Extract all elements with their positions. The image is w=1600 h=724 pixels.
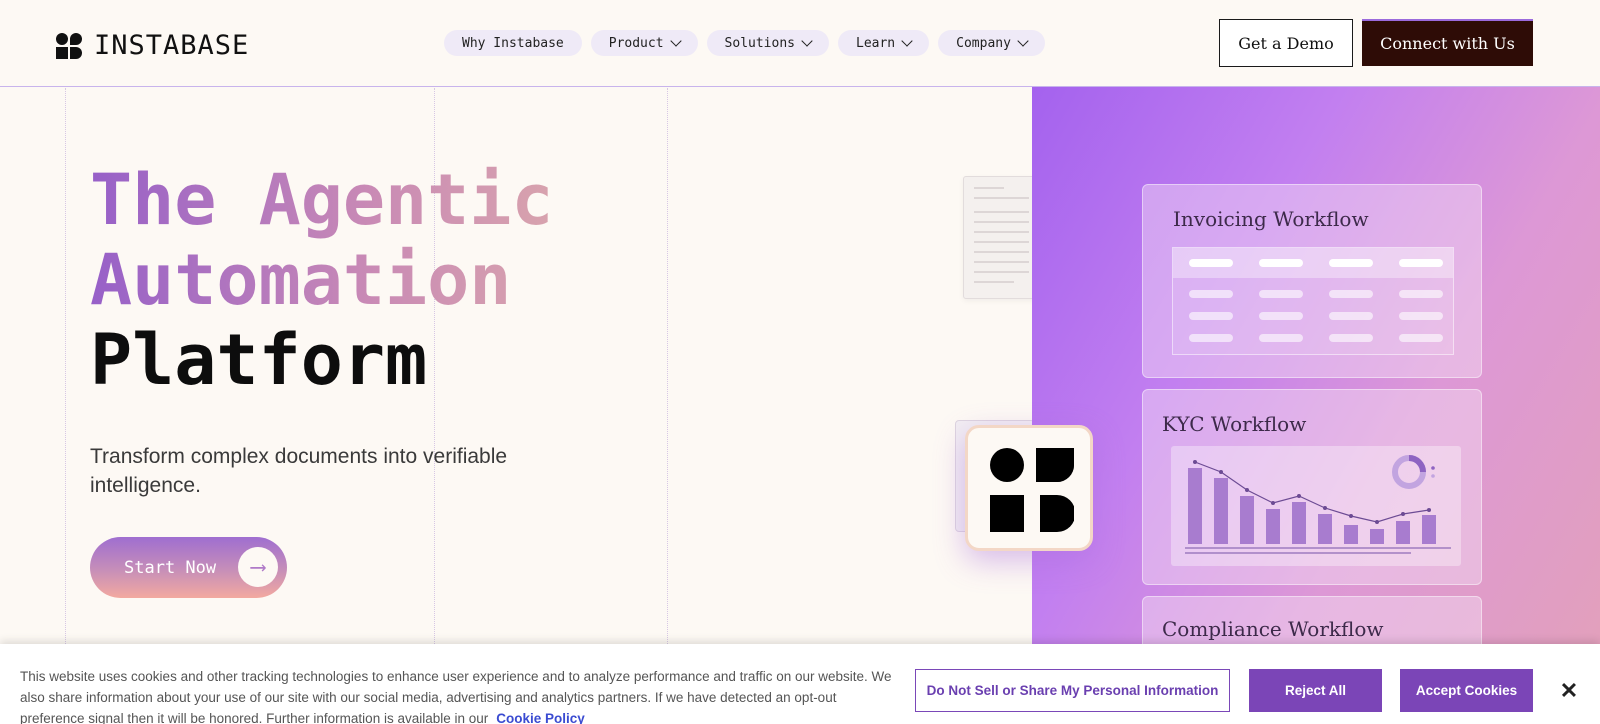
card-title: Invoicing Workflow [1173,207,1369,231]
site-header: INSTABASE Why Instabase Product Solution… [0,0,1600,87]
cookie-policy-link[interactable]: Cookie Policy [496,711,585,724]
nav-item-company[interactable]: Company [938,30,1045,56]
invoicing-workflow-card: Invoicing Workflow [1142,184,1482,378]
nav-item-label: Company [956,35,1011,51]
nav-item-label: Why Instabase [462,35,564,51]
do-not-sell-button[interactable]: Do Not Sell or Share My Personal Informa… [915,669,1230,712]
get-demo-button[interactable]: Get a Demo [1219,19,1353,67]
accept-cookies-button[interactable]: Accept Cookies [1400,669,1533,712]
main-nav: Why Instabase Product Solutions Learn Co… [444,30,1045,56]
cookie-description: This website uses cookies and other trac… [20,669,892,724]
card-title: KYC Workflow [1162,412,1307,436]
nav-item-solutions[interactable]: Solutions [706,30,829,56]
kyc-workflow-card: KYC Workflow [1142,389,1482,585]
nav-item-product[interactable]: Product [590,30,698,56]
nav-item-label: Product [608,35,664,51]
hero-subtitle: Transform complex documents into verifia… [90,445,508,497]
cookie-banner: This website uses cookies and other trac… [0,644,1600,724]
connect-button[interactable]: Connect with Us [1362,19,1533,66]
close-icon[interactable]: ✕ [1558,680,1580,702]
instabase-logo-icon [990,448,1074,532]
chevron-down-icon [669,35,682,47]
start-now-button[interactable]: Start Now ⟶ [90,537,287,598]
brand-name: INSTABASE [94,30,250,61]
arrow-right-icon: ⟶ [238,547,278,587]
grid-line [667,88,668,644]
chevron-down-icon [801,35,813,47]
nav-item-label: Learn [856,35,896,51]
table-illustration [1172,247,1454,355]
nav-item-label: Solutions [724,35,795,51]
chevron-down-icon [1017,35,1029,47]
instabase-logo-tile [965,425,1093,551]
hero-title-line-1: The Agentic [90,159,554,241]
reject-all-button[interactable]: Reject All [1249,669,1382,712]
instabase-logo-icon [56,32,82,59]
hero-title-line-3: Platform [90,319,428,401]
card-title: Compliance Workflow [1162,617,1384,641]
chart-illustration [1171,446,1461,566]
hero-title-line-2: Automation [90,240,554,320]
grid-line [65,88,66,644]
nav-item-learn[interactable]: Learn [838,30,930,56]
document-illustration [963,176,1038,299]
chevron-down-icon [901,35,913,47]
hero-title: The Agentic Automation Platform [90,160,554,400]
cookie-banner-text: This website uses cookies and other trac… [20,666,900,724]
start-now-label: Start Now [124,557,217,578]
brand-logo[interactable]: INSTABASE [56,30,249,61]
nav-item-why-instabase[interactable]: Why Instabase [444,30,582,56]
